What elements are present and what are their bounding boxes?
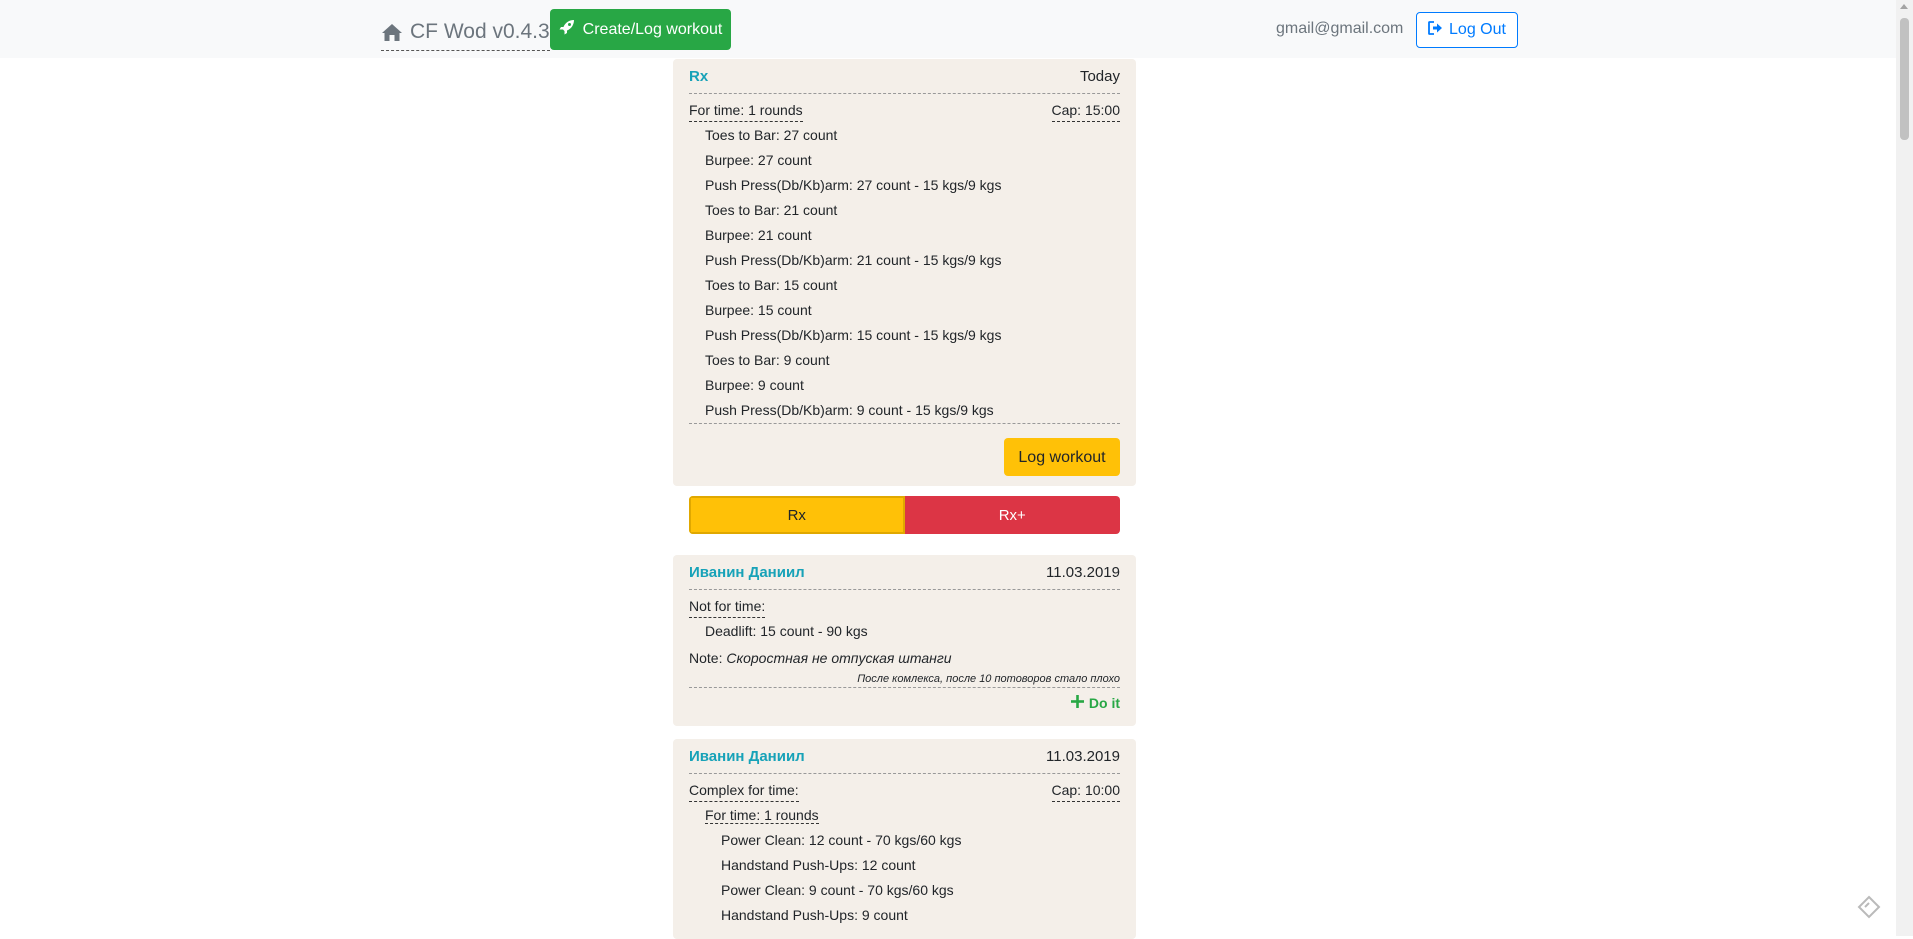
exercise-item: Burpee: 27 count: [705, 152, 812, 168]
do-it-label: Do it: [1088, 694, 1120, 711]
user-email: gmail@gmail.com: [1276, 20, 1404, 37]
exercise-item: Toes to Bar: 27 count: [705, 127, 838, 143]
workout-type-row: Not for time:: [689, 594, 1120, 619]
exercise-item: Toes to Bar: 9 count: [705, 352, 830, 368]
feed-workout-card: Иванин Даниил 11.03.2019 Not for time: D…: [673, 555, 1136, 726]
card-header: Иванин Даниил 11.03.2019: [689, 555, 1120, 590]
workout-type: Not for time:: [689, 596, 766, 618]
exercise-list: Toes to Bar: 27 count Burpee: 27 count P…: [689, 123, 1120, 423]
exercise-item: Push Press(Db/Kb)arm: 27 count - 15 kgs/…: [705, 177, 1002, 193]
exercise-item: Toes to Bar: 15 count: [705, 277, 838, 293]
workout-date: 11.03.2019: [1046, 747, 1120, 765]
workout-cap: Cap: 10:00: [1051, 780, 1120, 802]
exercise-item: Toes to Bar: 21 count: [705, 202, 838, 218]
navbar: CF Wod v0.4.3 Create/Log workout gmail@g…: [0, 0, 1913, 58]
workout-date: 11.03.2019: [1046, 563, 1120, 581]
workout-cap: Cap: 15:00: [1051, 100, 1120, 122]
create-log-workout-label: Create/Log workout: [582, 20, 723, 38]
workout-author[interactable]: Иванин Даниил: [689, 560, 805, 585]
exercise-item: Push Press(Db/Kb)arm: 9 count - 15 kgs/9…: [705, 402, 994, 418]
exercise-item: Push Press(Db/Kb)arm: 21 count - 15 kgs/…: [705, 252, 1002, 268]
workout-note: Note: Скоростная не отпуская штанги: [689, 646, 1120, 671]
rx-plus-button[interactable]: Rx+: [904, 496, 1120, 534]
feed-workout-card: Иванин Даниил 11.03.2019 Complex for tim…: [673, 739, 1136, 939]
rocket-icon: [559, 19, 575, 40]
workout-type-row: Complex for time: Cap: 10:00: [689, 778, 1120, 803]
exercise-item: Burpee: 21 count: [705, 227, 812, 243]
home-icon: [381, 23, 403, 42]
note-label: Note:: [689, 650, 723, 666]
workout-type: Complex for time:: [689, 780, 799, 802]
rx-button[interactable]: Rx: [689, 496, 905, 534]
sub-workout: For time: 1 rounds: [689, 803, 1120, 828]
do-it-button[interactable]: Do it: [689, 688, 1120, 718]
workout-type: For time: 1 rounds: [689, 100, 803, 122]
plus-icon: [1070, 691, 1084, 716]
sub-workout-type: For time: 1 rounds: [705, 807, 819, 824]
note-small: После комлекса, после 10 потоворов стало…: [857, 673, 1120, 685]
exercise-item: Deadlift: 15 count - 90 kgs: [705, 623, 868, 639]
brand-link[interactable]: CF Wod v0.4.3: [381, 16, 550, 51]
logout-label: Log Out: [1449, 21, 1506, 38]
exercise-item: Handstand Push-Ups: 9 count: [721, 907, 908, 923]
workout-date: Today: [1079, 67, 1120, 85]
workout-author[interactable]: Rx: [689, 64, 708, 89]
scroll-up-arrow-icon[interactable]: [1900, 4, 1908, 9]
exercise-item: Push Press(Db/Kb)arm: 15 count - 15 kgs/…: [705, 327, 1002, 343]
create-log-workout-button[interactable]: Create/Log workout: [550, 9, 731, 50]
exercise-item: Power Clean: 9 count - 70 kgs/60 kgs: [721, 882, 954, 898]
scrollbar-thumb[interactable]: [1900, 18, 1909, 140]
card-header: Иванин Даниил 11.03.2019: [689, 739, 1120, 774]
exercise-item: Power Clean: 12 count - 70 kgs/60 kgs: [721, 832, 962, 848]
workout-author[interactable]: Иванин Даниил: [689, 744, 805, 769]
tag-icon[interactable]: [1857, 895, 1881, 919]
log-workout-button[interactable]: Log workout: [1004, 438, 1120, 476]
exercise-list: Power Clean: 12 count - 70 kgs/60 kgs Ha…: [689, 828, 1120, 928]
exercise-item: Burpee: 9 count: [705, 377, 804, 393]
current-workout-card: Rx Today For time: 1 rounds Cap: 15:00 T…: [673, 59, 1136, 486]
sign-out-icon: [1428, 20, 1443, 40]
card-header: Rx Today: [689, 59, 1120, 94]
workout-type-row: For time: 1 rounds Cap: 15:00: [689, 98, 1120, 123]
page-scrollbar[interactable]: [1896, 0, 1913, 936]
exercise-list: Deadlift: 15 count - 90 kgs: [689, 619, 1120, 644]
logout-button[interactable]: Log Out: [1416, 12, 1518, 48]
brand-title: CF Wod v0.4.3: [410, 20, 550, 43]
card-footer-divider: [689, 423, 1120, 424]
note-text: Скоростная не отпуская штанги: [726, 650, 952, 666]
rx-toggle: Rx Rx+: [689, 496, 1120, 534]
exercise-item: Handstand Push-Ups: 12 count: [721, 857, 916, 873]
exercise-item: Burpee: 15 count: [705, 302, 812, 318]
